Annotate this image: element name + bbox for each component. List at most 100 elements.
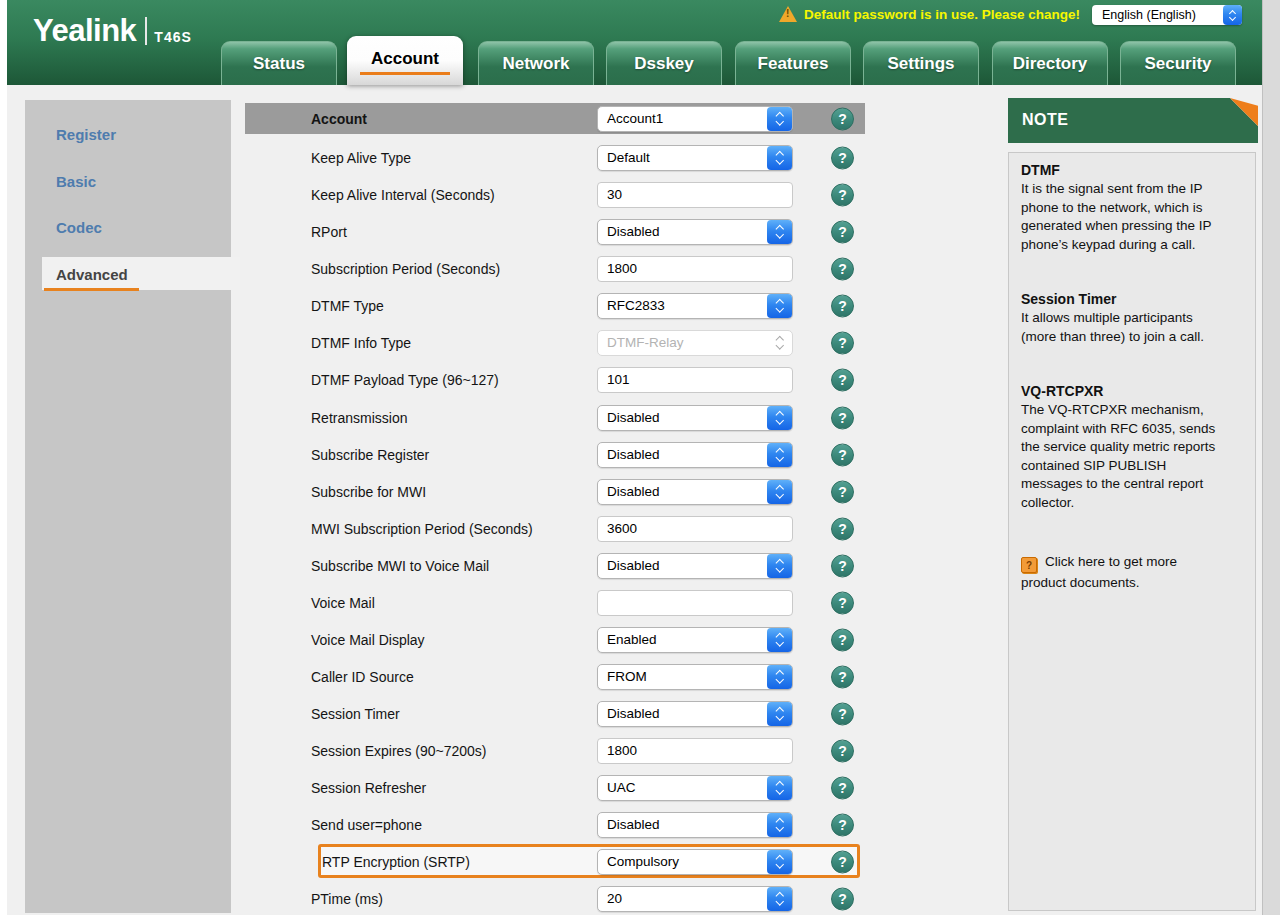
select-caller-id-source[interactable]: FROM [597,664,793,690]
help-icon[interactable]: ? [831,665,854,688]
field-value: DTMF-Relay [598,335,767,350]
tab-status[interactable]: Status [221,41,337,85]
select-rtp-encryption-srtp[interactable]: Compulsory [597,849,793,875]
help-icon[interactable]: ? [831,480,854,503]
select-ptime-ms[interactable]: 20 [597,886,793,912]
select-stepper-icon [767,665,792,689]
select-session-refresher[interactable]: UAC [597,775,793,801]
select-stepper-icon [767,628,792,652]
form-row: AccountAccount1? [245,103,865,134]
field-value: Disabled [598,817,767,832]
tab-label: Status [253,54,305,74]
tab-security[interactable]: Security [1120,41,1236,85]
help-icon[interactable]: ? [831,220,854,243]
select-subscribe-register[interactable]: Disabled [597,442,793,468]
help-icon[interactable]: ? [831,887,854,910]
field-value: 1800 [598,261,637,276]
tab-label: Account [360,49,450,75]
help-icon[interactable]: ? [831,107,854,130]
tab-network[interactable]: Network [478,41,594,85]
field-label: DTMF Info Type [311,335,411,351]
form-row: RPortDisabled? [245,213,865,250]
select-subscribe-for-mwi[interactable]: Disabled [597,479,793,505]
form-row: Session Expires (90~7200s) 1800? [245,732,865,769]
help-icon[interactable]: ? [831,183,854,206]
select-stepper-icon [767,331,792,355]
form-row: Voice Mail DisplayEnabled? [245,621,865,658]
input-voice-mail[interactable] [597,590,793,616]
select-session-timer[interactable]: Disabled [597,701,793,727]
field-value: Disabled [598,706,767,721]
note-panel: NOTE DTMFIt is the signal sent from the … [1008,98,1258,911]
field-label: Session Expires (90~7200s) [311,743,487,759]
input-session-expires-90-7200s[interactable]: 1800 [597,738,793,764]
field-value: Default [598,150,767,165]
help-icon[interactable]: ? [831,257,854,280]
select-stepper-icon [767,220,792,244]
select-account[interactable]: Account1 [597,106,793,132]
field-value: FROM [598,669,767,684]
help-icon[interactable]: ? [831,628,854,651]
form-row: Caller ID SourceFROM? [245,658,865,695]
form-row: Session RefresherUAC? [245,769,865,806]
help-icon[interactable]: ? [831,554,854,577]
select-stepper-icon [767,776,792,800]
select-stepper-icon [767,702,792,726]
note-section: VQ-RTCPXRThe VQ-RTCPXR mechanism, compla… [1021,383,1243,512]
form-row: Keep Alive TypeDefault? [245,139,865,176]
yealink-logo: Yealink T46S [33,15,192,46]
help-icon[interactable]: ? [831,331,854,354]
sidebar-item-basic[interactable]: Basic [56,173,96,190]
input-dtmf-payload-type-96-127[interactable]: 101 [597,367,793,393]
tab-dsskey[interactable]: Dsskey [606,41,722,85]
sidebar-item-codec[interactable]: Codec [56,219,102,236]
language-stepper-icon[interactable] [1223,5,1242,25]
help-icon[interactable]: ? [831,850,854,873]
form-row: PTime (ms) 20? [245,880,865,915]
help-icon[interactable]: ? [831,406,854,429]
tab-account[interactable]: Account [347,36,463,85]
help-icon[interactable]: ? [831,294,854,317]
form-row: DTMF Type RFC2833? [245,287,865,324]
select-dtmf-type[interactable]: RFC2833 [597,293,793,319]
product-documents-link[interactable]: ?Click here to get more product document… [1021,552,1217,593]
select-voice-mail-display[interactable]: Enabled [597,627,793,653]
help-icon[interactable]: ? [831,368,854,391]
select-subscribe-mwi-to-voice-mail[interactable]: Disabled [597,553,793,579]
field-label: Send user=phone [311,817,422,833]
sidebar-item-advanced[interactable]: Advanced [56,266,128,283]
note-section: Session TimerIt allows multiple particip… [1021,291,1243,346]
scrollbar-track[interactable] [1262,0,1280,915]
input-mwi-subscription-period-seconds[interactable]: 3600 [597,516,793,542]
input-subscription-period-seconds[interactable]: 1800 [597,256,793,282]
field-label: DTMF Type [311,298,384,314]
language-select[interactable]: English (English) [1092,5,1242,25]
help-icon[interactable]: ? [831,146,854,169]
password-warning: Default password is in use. Please chang… [779,6,1080,22]
form-row: MWI Subscription Period (Seconds)3600? [245,510,865,547]
help-icon[interactable]: ? [831,813,854,836]
tab-settings[interactable]: Settings [863,41,979,85]
help-icon[interactable]: ? [831,591,854,614]
help-icon[interactable]: ? [831,739,854,762]
select-stepper-icon [767,146,792,170]
select-retransmission[interactable]: Disabled [597,405,793,431]
question-doc-icon[interactable]: ? [1021,557,1037,573]
tab-directory[interactable]: Directory [992,41,1108,85]
select-rport[interactable]: Disabled [597,219,793,245]
input-keep-alive-interval-seconds[interactable]: 30 [597,182,793,208]
field-label: PTime (ms) [311,891,383,907]
select-send-user-phone[interactable]: Disabled [597,812,793,838]
help-icon[interactable]: ? [831,776,854,799]
help-icon[interactable]: ? [831,702,854,725]
field-label: Session Timer [311,706,400,722]
sidebar-item-register[interactable]: Register [56,126,116,143]
logo-model: T46S [154,29,191,45]
help-icon[interactable]: ? [831,517,854,540]
tab-features[interactable]: Features [735,41,851,85]
field-value: Disabled [598,558,767,573]
select-keep-alive-type[interactable]: Default [597,145,793,171]
sidebar: Register Basic Codec Advanced [25,100,231,913]
help-icon[interactable]: ? [831,443,854,466]
tab-label: Dsskey [634,54,694,74]
